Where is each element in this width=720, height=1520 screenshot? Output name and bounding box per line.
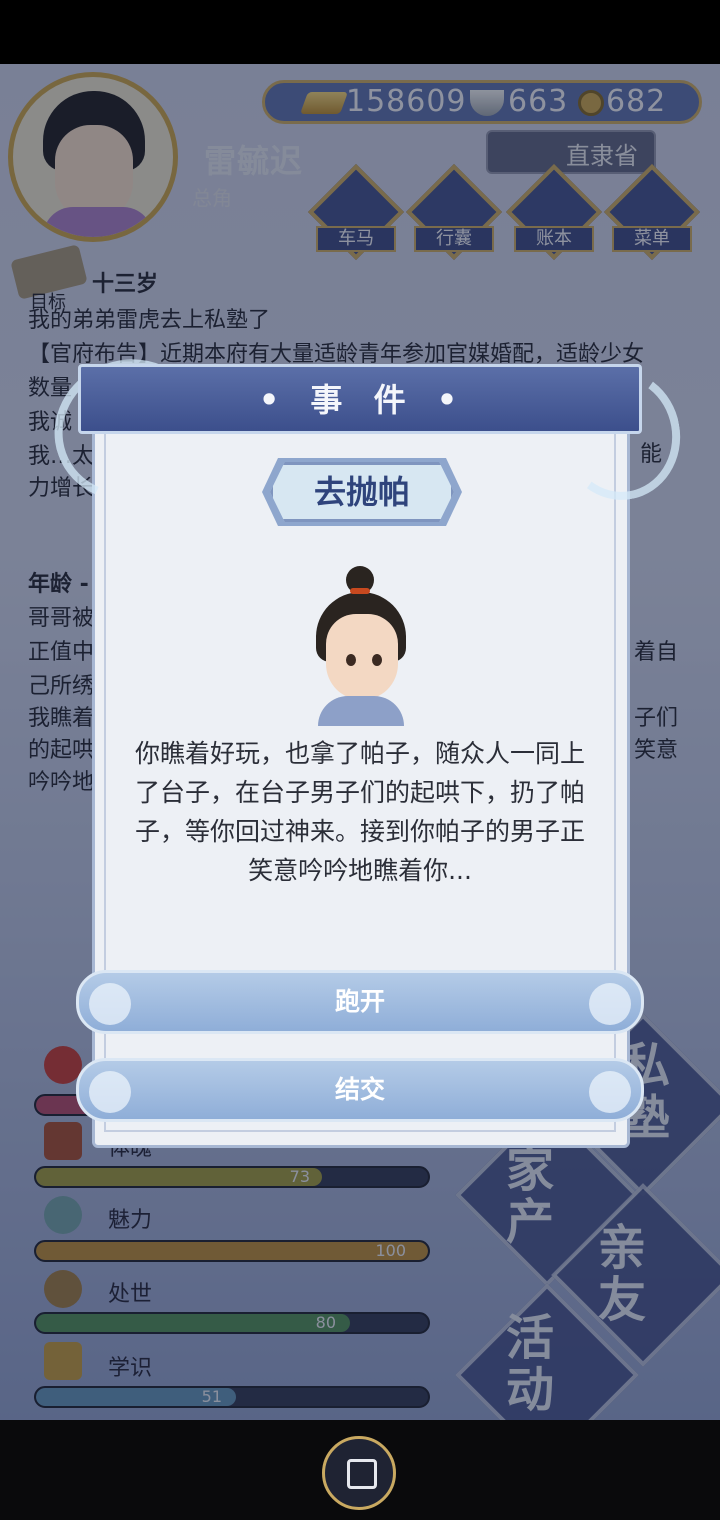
app-screen: 雷毓迟 总角 158609 663 682 直隶省 车马 行囊 账本 菜单 目标…: [0, 0, 720, 1520]
npc-face: [326, 614, 398, 700]
status-bar: [0, 0, 720, 64]
choice-label: 结交: [334, 1075, 385, 1104]
event-name: 去抛帕: [313, 473, 410, 511]
npc-hairpin: [350, 588, 370, 594]
npc-eye: [346, 654, 356, 666]
npc-eye: [372, 654, 382, 666]
event-story-text: 你瞧着好玩，也拿了帕子，随众人一同上了台子，在台子男子们的起哄下，扔了帕子，等你…: [134, 739, 585, 885]
event-dialog-header: • 事 件 •: [78, 364, 642, 434]
event-dialog-title: • 事 件 •: [258, 381, 468, 419]
npc-body: [318, 696, 404, 726]
choice-run-away-button[interactable]: 跑开: [76, 970, 644, 1034]
choice-label: 跑开: [334, 987, 385, 1016]
share-arrow-icon: [347, 1459, 377, 1489]
choice-befriend-button[interactable]: 结交: [76, 1058, 644, 1122]
share-button[interactable]: [322, 1436, 396, 1510]
